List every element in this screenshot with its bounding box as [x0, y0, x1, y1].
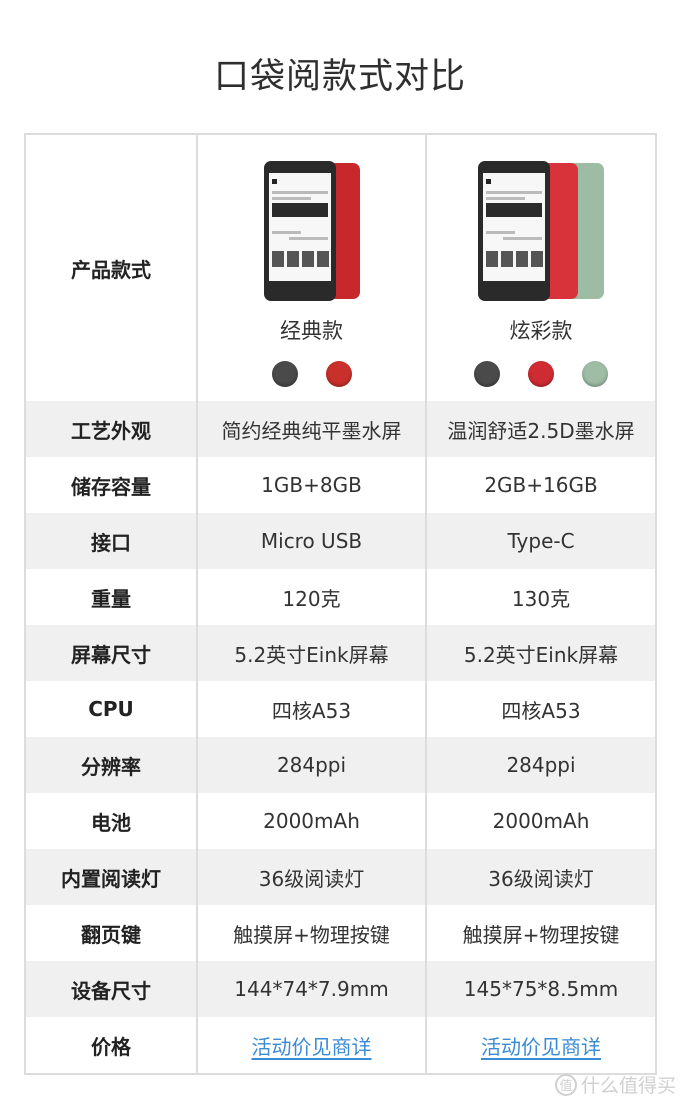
classic-value: 1GB+8GB — [198, 457, 427, 513]
color-value: 145*75*8.5mm — [463, 977, 619, 1001]
screen-banner — [271, 203, 328, 217]
classic-value: 触摸屏+物理按键 — [198, 905, 427, 961]
header-row: 产品款式 经典款 炫彩款 — [26, 135, 655, 401]
screen-banner — [486, 203, 542, 217]
classic-price-link[interactable]: 活动价见商详 — [252, 1031, 372, 1060]
row-label: 产品款式 — [26, 135, 198, 401]
classic-value: 144*74*7.9mm — [198, 961, 427, 1017]
page-title: 口袋阅款式对比 — [213, 57, 466, 97]
classic-value: 四核A53 — [198, 681, 427, 737]
spec-row-price: 价格 活动价见商详 活动价见商详 — [26, 1017, 655, 1073]
color-value: 284ppi — [506, 753, 576, 777]
model-color: 炫彩款 — [427, 135, 655, 401]
device-screen — [268, 173, 331, 281]
device-image-classic — [260, 161, 364, 301]
swatch-green[interactable] — [582, 361, 608, 387]
spec-row-battery: 电池 2000mAh 2000mAh — [26, 793, 655, 849]
classic-value: 120克 — [198, 569, 427, 625]
device-screen — [483, 173, 545, 281]
swatch-black[interactable] — [474, 361, 500, 387]
color-value: 2000mAh — [492, 809, 590, 833]
color-value: 四核A53 — [501, 698, 581, 723]
watermark-text: 什么值得买 — [580, 1075, 676, 1097]
device-front — [263, 161, 336, 301]
color-value: 130克 — [511, 586, 571, 611]
classic-value: 36级阅读灯 — [198, 849, 427, 905]
color-price-cell: 活动价见商详 — [427, 1017, 655, 1073]
row-label: 价格 — [26, 1017, 198, 1073]
row-label: 重量 — [26, 569, 198, 625]
home-icon — [486, 179, 491, 184]
row-label: CPU — [26, 681, 198, 737]
spec-row-page-turn: 翻页键 触摸屏+物理按键 触摸屏+物理按键 — [26, 905, 655, 961]
classic-price-cell: 活动价见商详 — [198, 1017, 427, 1073]
color-value: 5.2英寸Eink屏幕 — [463, 642, 619, 667]
row-label: 接口 — [26, 513, 198, 569]
row-label: 翻页键 — [26, 905, 198, 961]
spec-row-storage: 储存容量 1GB+8GB 2GB+16GB — [26, 457, 655, 513]
comparison-table: 产品款式 经典款 炫彩款 工艺外观 简约经典纯平墨水屏 温润舒适2.5D墨水屏 … — [24, 133, 657, 1075]
spec-row-port: 接口 Micro USB Type-C — [26, 513, 655, 569]
home-icon — [271, 179, 277, 184]
row-label: 工艺外观 — [26, 401, 198, 457]
classic-value: 2000mAh — [198, 793, 427, 849]
color-value: 温润舒适2.5D墨水屏 — [447, 418, 635, 443]
row-label: 储存容量 — [26, 457, 198, 513]
color-value: 触摸屏+物理按键 — [462, 922, 620, 947]
swatch-red[interactable] — [325, 361, 352, 387]
swatch-black[interactable] — [271, 361, 298, 387]
classic-value: 284ppi — [198, 737, 427, 793]
spec-row-weight: 重量 120克 130克 — [26, 569, 655, 625]
classic-value: 5.2英寸Eink屏幕 — [198, 625, 427, 681]
color-swatches-color — [474, 361, 608, 387]
classic-value: Micro USB — [198, 513, 427, 569]
model-name-color: 炫彩款 — [509, 319, 573, 343]
color-value: Type-C — [507, 529, 575, 553]
color-swatches-classic — [271, 361, 352, 387]
row-label: 内置阅读灯 — [26, 849, 198, 905]
device-image-color — [476, 161, 606, 301]
color-price-link[interactable]: 活动价见商详 — [481, 1031, 601, 1060]
spec-row-reading-light: 内置阅读灯 36级阅读灯 36级阅读灯 — [26, 849, 655, 905]
model-classic: 经典款 — [198, 135, 427, 401]
row-label: 设备尺寸 — [26, 961, 198, 1017]
spec-row-screen-size: 屏幕尺寸 5.2英寸Eink屏幕 5.2英寸Eink屏幕 — [26, 625, 655, 681]
watermark-logo-icon: 值 — [554, 1073, 577, 1096]
row-label: 电池 — [26, 793, 198, 849]
color-value: 2GB+16GB — [484, 473, 598, 497]
device-front — [478, 161, 550, 301]
row-label: 分辨率 — [26, 737, 198, 793]
spec-row-cpu: CPU 四核A53 四核A53 — [26, 681, 655, 737]
color-value: 36级阅读灯 — [488, 866, 594, 891]
spec-row-dimensions: 设备尺寸 144*74*7.9mm 145*75*8.5mm — [26, 961, 655, 1017]
watermark: 值 什么值得买 — [554, 1071, 676, 1098]
spec-row-appearance: 工艺外观 简约经典纯平墨水屏 温润舒适2.5D墨水屏 — [26, 401, 655, 457]
swatch-red[interactable] — [528, 361, 554, 387]
model-name-classic: 经典款 — [280, 319, 343, 343]
spec-row-resolution: 分辨率 284ppi 284ppi — [26, 737, 655, 793]
classic-value: 简约经典纯平墨水屏 — [198, 401, 427, 457]
row-label: 屏幕尺寸 — [26, 625, 198, 681]
